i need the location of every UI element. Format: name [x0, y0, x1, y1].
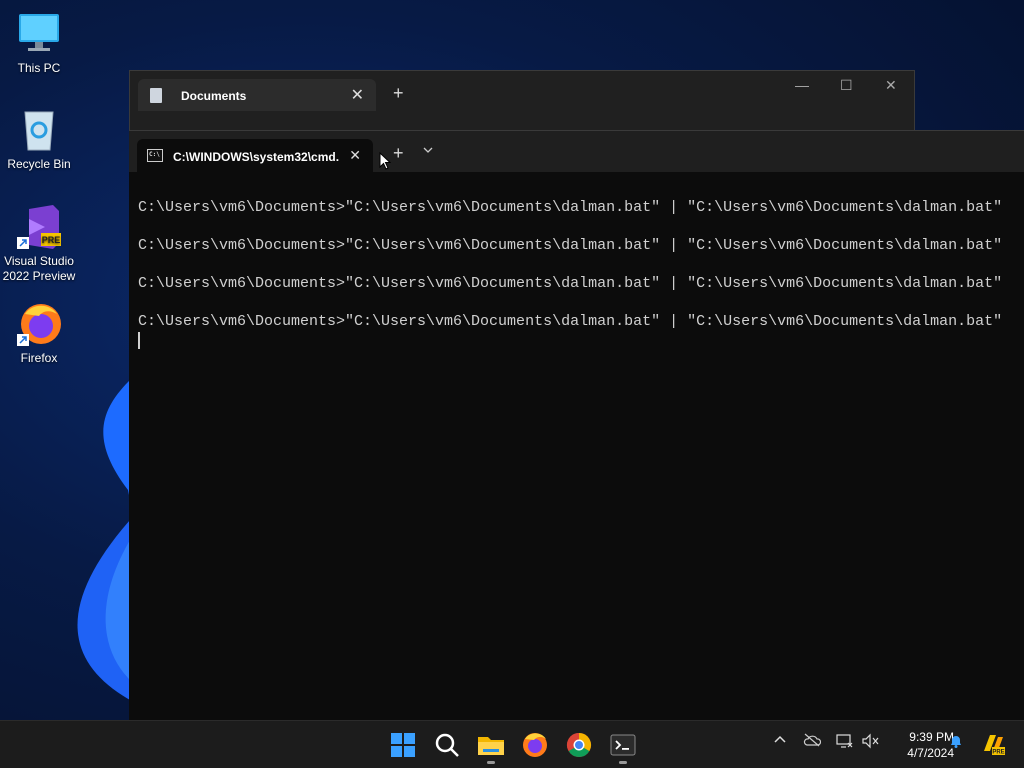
desktop-icon-label: This PC: [17, 61, 61, 75]
monitor-icon: [15, 10, 63, 58]
desktop-icon-firefox[interactable]: Firefox: [0, 300, 78, 366]
close-window-button[interactable]: ✕: [885, 77, 897, 94]
svg-text:PRE: PRE: [42, 235, 61, 245]
taskbar-file-explorer[interactable]: [475, 729, 507, 764]
desktop-icon-label: Firefox: [20, 351, 58, 365]
firefox-icon: [523, 733, 547, 757]
start-button[interactable]: [387, 729, 419, 761]
cmd-icon: [147, 149, 163, 162]
volume-icon[interactable]: [861, 733, 879, 752]
taskbar-chrome[interactable]: [563, 729, 595, 761]
minimize-button[interactable]: —: [795, 77, 809, 93]
clock-date: 4/7/2024: [907, 746, 954, 760]
terminal-tab-title: C:\WINDOWS\system32\cmd.: [173, 150, 340, 164]
onedrive-icon[interactable]: [803, 733, 822, 750]
svg-text:PRE: PRE: [992, 750, 1004, 756]
terminal-output[interactable]: C:\Users\vm6\Documents>"C:\Users\vm6\Doc…: [138, 198, 1016, 350]
desktop-icon-recycle-bin[interactable]: Recycle Bin: [0, 106, 78, 172]
notification-bell-icon[interactable]: [948, 733, 964, 752]
chevron-up-icon: [774, 735, 786, 743]
search-icon: [435, 733, 459, 757]
mouse-pointer-icon: [379, 152, 391, 170]
new-tab-button[interactable]: +: [393, 143, 404, 164]
desktop-icon-label: Visual Studio 2022 Preview: [2, 254, 76, 283]
taskbar: 9:39 PM 4/7/2024 PRE: [0, 720, 1024, 768]
new-tab-button[interactable]: +: [393, 83, 404, 104]
start-icon: [391, 733, 415, 757]
visual-studio-icon: PRE: [15, 203, 63, 251]
search-button[interactable]: [431, 729, 463, 761]
text-cursor: [138, 332, 140, 349]
running-indicator: [487, 761, 495, 764]
close-tab-button[interactable]: ✕: [349, 147, 361, 164]
chrome-icon: [566, 733, 592, 758]
terminal-tab-cmd[interactable]: C:\WINDOWS\system32\cmd. ✕: [137, 139, 373, 172]
taskbar-terminal[interactable]: [607, 729, 639, 764]
taskbar-firefox[interactable]: [519, 729, 551, 761]
terminal-line: C:\Users\vm6\Documents>"C:\Users\vm6\Doc…: [138, 313, 1003, 330]
chevron-down-icon[interactable]: [423, 144, 433, 158]
terminal-tab-bar: C:\WINDOWS\system32\cmd. ✕ +: [129, 131, 1024, 172]
explorer-tab-documents[interactable]: Documents ✕: [138, 79, 376, 111]
explorer-tab-title: Documents: [181, 89, 247, 103]
clock-time: 9:39 PM: [909, 730, 954, 744]
close-tab-button[interactable]: ✕: [351, 85, 364, 105]
terminal-window[interactable]: C:\WINDOWS\system32\cmd. ✕ + C:\Users\vm…: [129, 130, 1024, 720]
desktop-icon-visual-studio[interactable]: PRE Visual Studio 2022 Preview: [0, 203, 78, 284]
firefox-icon: [15, 300, 63, 348]
terminal-line: C:\Users\vm6\Documents>"C:\Users\vm6\Doc…: [138, 237, 1003, 254]
show-hidden-icons-button[interactable]: [773, 733, 787, 750]
recycle-bin-icon: [15, 106, 63, 154]
terminal-line: C:\Users\vm6\Documents>"C:\Users\vm6\Doc…: [138, 275, 1003, 292]
document-icon: [150, 88, 162, 103]
running-indicator: [619, 761, 627, 764]
desktop-icon-label: Recycle Bin: [7, 157, 71, 171]
desktop-icon-this-pc[interactable]: This PC: [0, 10, 78, 76]
network-icon[interactable]: [835, 733, 853, 752]
terminal-line: C:\Users\vm6\Documents>"C:\Users\vm6\Doc…: [138, 199, 1003, 216]
clock[interactable]: 9:39 PM 4/7/2024: [884, 729, 954, 761]
terminal-icon: [610, 734, 636, 756]
file-explorer-icon: [478, 737, 504, 755]
maximize-button[interactable]: ☐: [840, 77, 853, 94]
copilot-icon[interactable]: PRE: [980, 731, 1006, 760]
